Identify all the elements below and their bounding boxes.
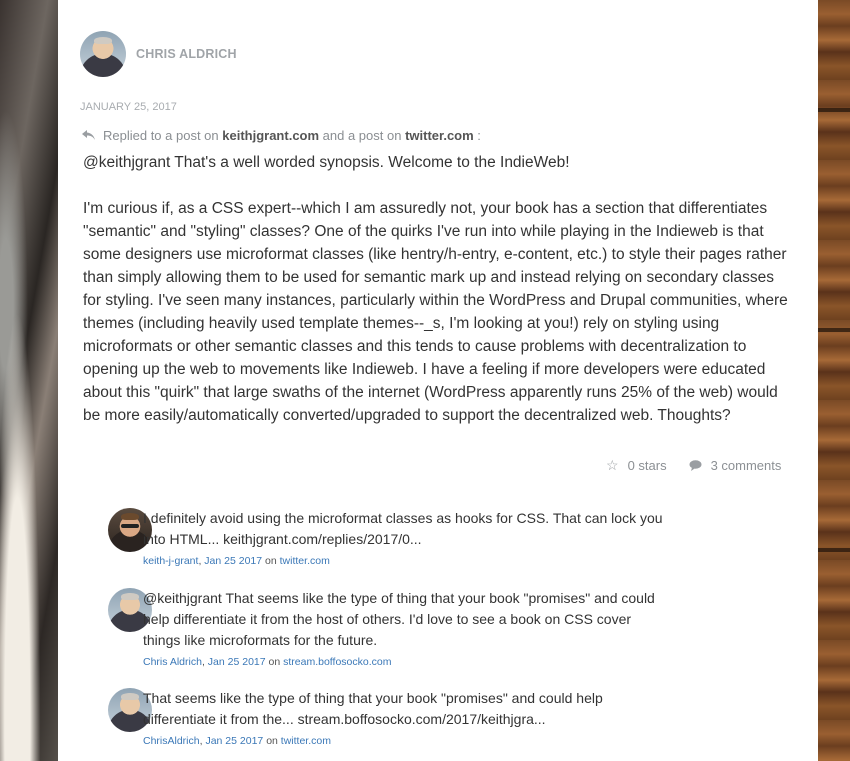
comment-source-link[interactable]: stream.boffosocko.com (283, 656, 391, 668)
reply-context: Replied to a post on keithjgrant.com and… (82, 128, 481, 143)
author-name[interactable]: CHRIS ALDRICH (136, 47, 237, 61)
background-left-photo (0, 0, 58, 761)
comment-source-link[interactable]: twitter.com (280, 555, 330, 567)
comment-text: That seems like the type of thing that y… (143, 690, 603, 727)
post-author[interactable]: CHRIS ALDRICH (80, 31, 237, 77)
comment-on-label: on (268, 656, 281, 668)
comment-date-link[interactable]: Jan 25 2017 (208, 656, 266, 668)
comment-meta: Chris Aldrich, Jan 25 2017 on stream.bof… (143, 656, 392, 668)
comment-on-label: on (265, 555, 277, 567)
comment-source-link[interactable]: twitter.com (281, 735, 331, 747)
post-stats: ☆ 0 stars 3 comments (606, 457, 781, 474)
post-paragraph: I'm curious if, as a CSS expert--which I… (83, 200, 788, 424)
post-paragraph: @keithjgrant That's a well worded synops… (83, 154, 570, 171)
comments-count[interactable]: 3 comments (711, 458, 782, 473)
comment-date-link[interactable]: Jan 25 2017 (204, 555, 262, 567)
reply-link-twitter[interactable]: twitter.com (405, 128, 474, 143)
comment-meta: ChrisAldrich, Jan 25 2017 on twitter.com (143, 735, 331, 747)
author-avatar[interactable] (80, 31, 126, 77)
comment-author-link[interactable]: Chris Aldrich (143, 656, 202, 668)
comment-bubble-icon (689, 460, 702, 471)
comment-meta: keith-j-grant, Jan 25 2017 on twitter.co… (143, 555, 330, 567)
reply-suffix: : (473, 128, 481, 143)
comment-author-link[interactable]: ChrisAldrich (143, 735, 200, 747)
comment-date-link[interactable]: Jan 25 2017 (205, 735, 263, 747)
background-right-wood (818, 0, 850, 761)
star-icon[interactable]: ☆ (606, 457, 619, 474)
reply-middle: and a post on (319, 128, 406, 143)
reply-prefix: Replied to a post on (103, 128, 223, 143)
comment-text: I definitely avoid using the microformat… (143, 510, 663, 547)
comment-on-label: on (266, 735, 278, 747)
post-date[interactable]: JANUARY 25, 2017 (80, 101, 177, 113)
stars-count[interactable]: 0 stars (628, 458, 667, 473)
post-card: CHRIS ALDRICH JANUARY 25, 2017 Replied t… (58, 0, 818, 761)
comment-text: @keithjgrant That seems like the type of… (143, 590, 655, 648)
reply-link-keithjgrant[interactable]: keithjgrant.com (222, 128, 319, 143)
comment-author-link[interactable]: keith-j-grant (143, 555, 198, 567)
post-content: @keithjgrant That's a well worded synops… (83, 151, 795, 450)
reply-icon (82, 130, 95, 140)
